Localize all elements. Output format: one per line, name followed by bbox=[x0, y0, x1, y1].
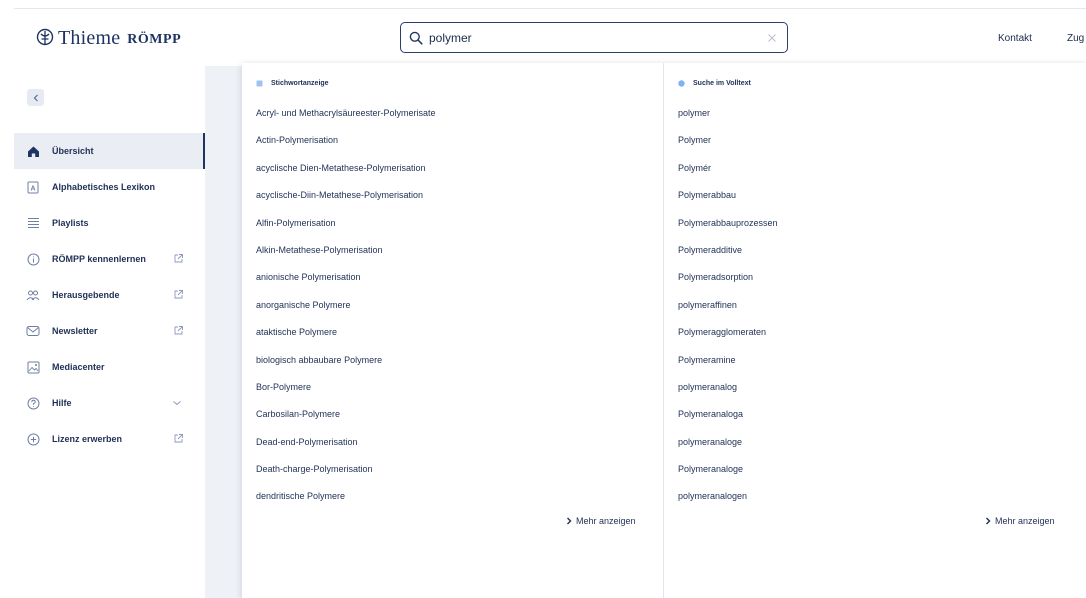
sidebar-item-label: Newsletter bbox=[52, 326, 98, 336]
sidebar-item-label: Herausgebende bbox=[52, 290, 120, 300]
suggestion-item[interactable]: Polymeradditive bbox=[678, 240, 778, 267]
search-icon bbox=[409, 31, 423, 45]
lexicon-icon: A bbox=[26, 180, 40, 194]
suggestion-item[interactable]: polymeraffinen bbox=[678, 295, 778, 322]
logo[interactable]: Thieme RÖMPP bbox=[36, 25, 181, 51]
playlist-icon bbox=[26, 216, 40, 230]
suggestion-item[interactable]: Acryl- und Methacrylsäureester-Polymeris… bbox=[256, 103, 436, 130]
sidebar-item-roempp-kennenlernen[interactable]: RÖMPP kennenlernen bbox=[14, 241, 205, 277]
people-icon bbox=[26, 288, 40, 302]
chevron-left-icon bbox=[33, 94, 38, 101]
sidebar-item-label: Hilfe bbox=[52, 398, 72, 408]
sidebar-item-lizenz-erwerben[interactable]: Lizenz erwerben bbox=[14, 421, 205, 457]
home-icon bbox=[26, 144, 40, 158]
chevron-right-icon bbox=[567, 517, 572, 525]
sidebar-item-playlists[interactable]: Playlists bbox=[14, 205, 205, 241]
external-link-icon bbox=[174, 434, 183, 443]
suggestion-item[interactable]: Death-charge-Polymerisation bbox=[256, 459, 436, 486]
suggestion-item[interactable]: Bor-Polymere bbox=[256, 377, 436, 404]
content-background bbox=[205, 66, 243, 598]
more-label: Mehr anzeigen bbox=[995, 516, 1055, 526]
suggestion-item[interactable]: Dead-end-Polymerisation bbox=[256, 432, 436, 459]
sidebar-item-label: Lizenz erwerben bbox=[52, 434, 123, 444]
suggestion-item[interactable]: polymeranaloge bbox=[678, 432, 778, 459]
thieme-emblem-icon bbox=[36, 28, 54, 46]
svg-text:A: A bbox=[30, 185, 35, 192]
keyword-heading: Stichwortanzeige bbox=[256, 80, 329, 87]
sidebar-item-label: RÖMPP kennenlernen bbox=[52, 254, 146, 264]
suggestion-item[interactable]: Polymeranaloga bbox=[678, 404, 778, 431]
logo-thieme: Thieme bbox=[58, 26, 121, 49]
suggestion-item[interactable]: dendritische Polymere bbox=[256, 486, 436, 513]
suggestion-item[interactable]: ataktische Polymere bbox=[256, 322, 436, 349]
external-link-icon bbox=[174, 326, 183, 335]
search-input[interactable] bbox=[429, 23, 767, 52]
keyword-more-link[interactable]: Mehr anzeigen bbox=[565, 516, 636, 526]
suggestion-item[interactable]: Polymeramine bbox=[678, 350, 778, 377]
suggestion-item[interactable]: Carbosilan-Polymere bbox=[256, 404, 436, 431]
fulltext-list: polymer Polymer Polymér Polymerabbau Polymer… bbox=[678, 103, 778, 514]
plus-circle-icon bbox=[26, 432, 40, 446]
suggestion-item[interactable]: Polymer bbox=[678, 130, 778, 157]
suggestion-item[interactable]: Polymerabbau bbox=[678, 185, 778, 212]
search-suggestions-dropdown: Stichwortanzeige Acryl- und Methacrylsäu… bbox=[242, 63, 1086, 598]
keyword-heading-label: Stichwortanzeige bbox=[271, 80, 329, 87]
chevron-down-icon bbox=[173, 401, 181, 406]
fulltext-suggestions: Suche im Volltext polymer Polymer Polymér P… bbox=[663, 63, 1086, 598]
logo-roempp: RÖMPP bbox=[127, 31, 182, 47]
header-nav: Kontakt Zug bbox=[998, 33, 1084, 44]
fulltext-more-link[interactable]: Mehr anzeigen bbox=[984, 516, 1055, 526]
sidebar-item-uebersicht[interactable]: Übersicht bbox=[14, 133, 205, 169]
fulltext-heading-label: Suche im Volltext bbox=[693, 80, 751, 87]
sidebar-item-label: Alphabetisches Lexikon bbox=[52, 182, 156, 192]
media-icon bbox=[26, 360, 40, 374]
suggestion-item[interactable]: Alfin-Polymerisation bbox=[256, 213, 436, 240]
suggestion-item[interactable]: acyclische-Diin-Metathese-Polymerisation bbox=[256, 185, 436, 212]
close-icon[interactable] bbox=[767, 33, 777, 43]
suggestion-item[interactable]: Polymerabbauprozessen bbox=[678, 213, 778, 240]
more-label: Mehr anzeigen bbox=[576, 516, 636, 526]
search-dot-icon bbox=[678, 80, 685, 87]
sidebar-item-hilfe[interactable]: Hilfe bbox=[14, 385, 205, 421]
header: Thieme RÖMPP Kontakt Zug bbox=[0, 9, 1086, 65]
suggestion-item[interactable]: polymer bbox=[678, 103, 778, 130]
external-link-icon bbox=[174, 254, 183, 263]
suggestion-item[interactable]: biologisch abbaubare Polymere bbox=[256, 350, 436, 377]
fulltext-heading: Suche im Volltext bbox=[678, 80, 751, 87]
sidebar-nav: Übersicht A Alphabetisches Lexikon Playl… bbox=[14, 133, 205, 457]
info-icon bbox=[26, 252, 40, 266]
suggestion-item[interactable]: anorganische Polymere bbox=[256, 295, 436, 322]
suggestion-item[interactable]: Alkin-Metathese-Polymerisation bbox=[256, 240, 436, 267]
sidebar-item-newsletter[interactable]: Newsletter bbox=[14, 313, 205, 349]
search-box bbox=[400, 22, 788, 53]
suggestion-item[interactable]: polymeranalogen bbox=[678, 486, 778, 513]
sidebar: Übersicht A Alphabetisches Lexikon Playl… bbox=[0, 66, 205, 598]
bookmark-icon bbox=[256, 80, 263, 87]
sidebar-item-label: Mediacenter bbox=[52, 362, 105, 372]
sidebar-item-label: Übersicht bbox=[52, 146, 94, 156]
sidebar-item-mediacenter[interactable]: Mediacenter bbox=[14, 349, 205, 385]
suggestion-item[interactable]: Polymér bbox=[678, 158, 778, 185]
sidebar-item-herausgebende[interactable]: Herausgebende bbox=[14, 277, 205, 313]
keyword-list: Acryl- und Methacrylsäureester-Polymeris… bbox=[256, 103, 436, 514]
suggestion-item[interactable]: acyclische Dien-Metathese-Polymerisation bbox=[256, 158, 436, 185]
suggestion-item[interactable]: Polymeranaloge bbox=[678, 459, 778, 486]
suggestion-item[interactable]: Polymeragglomeraten bbox=[678, 322, 778, 349]
keyword-suggestions: Stichwortanzeige Acryl- und Methacrylsäu… bbox=[242, 63, 663, 598]
suggestion-item[interactable]: Polymeradsorption bbox=[678, 267, 778, 294]
external-link-icon bbox=[174, 290, 183, 299]
suggestion-item[interactable]: Actin-Polymerisation bbox=[256, 130, 436, 157]
suggestion-item[interactable]: polymeranalog bbox=[678, 377, 778, 404]
mail-icon bbox=[26, 324, 40, 338]
access-link[interactable]: Zug bbox=[1067, 33, 1084, 44]
collapse-sidebar-button[interactable] bbox=[27, 89, 44, 106]
help-icon bbox=[26, 396, 40, 410]
chevron-right-icon bbox=[986, 517, 991, 525]
contact-link[interactable]: Kontakt bbox=[998, 33, 1032, 44]
sidebar-item-label: Playlists bbox=[52, 218, 89, 228]
sidebar-item-lexikon[interactable]: A Alphabetisches Lexikon bbox=[14, 169, 205, 205]
suggestion-item[interactable]: anionische Polymerisation bbox=[256, 267, 436, 294]
